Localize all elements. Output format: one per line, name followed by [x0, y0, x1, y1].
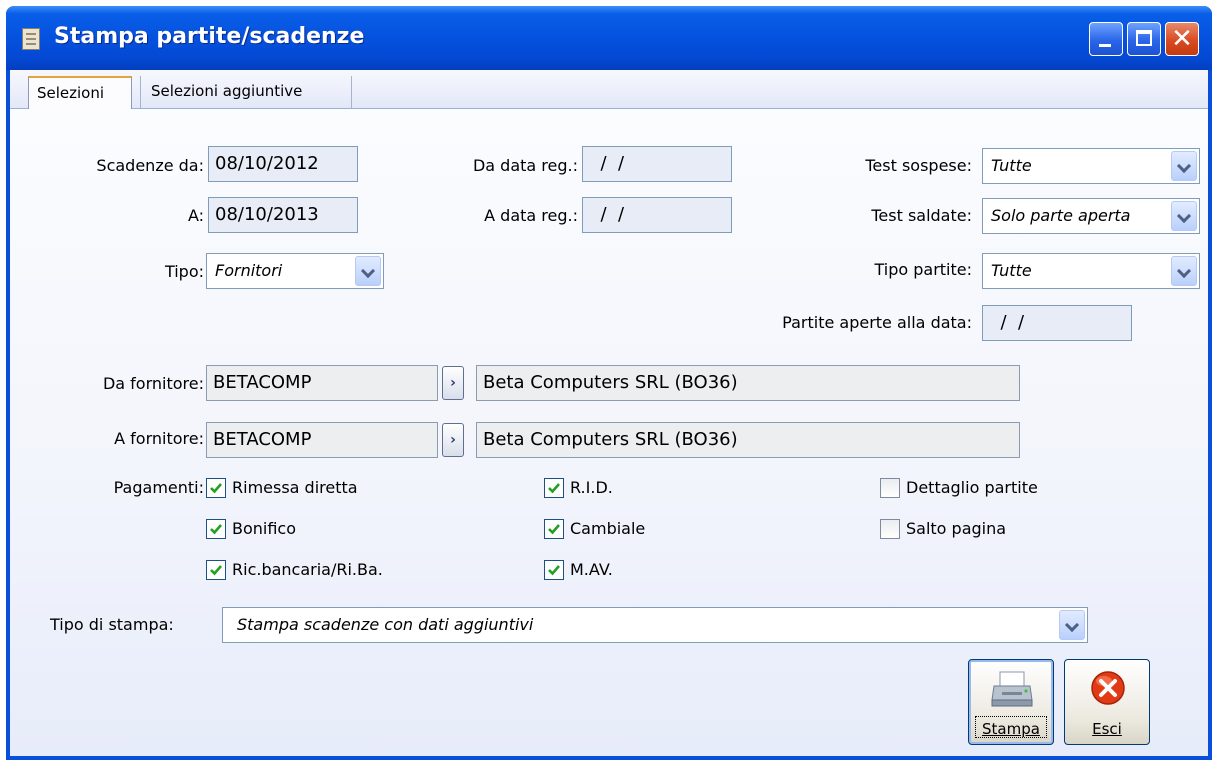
- scadenze-a-label: A:: [187, 206, 204, 225]
- report-icon: [22, 28, 40, 50]
- window-client: Selezioni Selezioni aggiuntive Scadenze …: [10, 70, 1208, 756]
- maximize-button[interactable]: [1127, 22, 1161, 56]
- printer-icon: [991, 671, 1033, 707]
- check-icon: [548, 565, 560, 576]
- a-data-reg-label: A data reg.:: [484, 206, 578, 225]
- salto-pagina-label: Salto pagina: [906, 519, 1007, 538]
- test-saldate-label: Test saldate:: [871, 206, 972, 225]
- tipo-label: Tipo:: [164, 262, 204, 281]
- mav-label: M.AV.: [570, 560, 613, 579]
- close-button[interactable]: ✕: [1165, 22, 1199, 56]
- rimessa-diretta-label: Rimessa diretta: [232, 478, 358, 497]
- a-data-reg-field[interactable]: / /: [582, 197, 732, 233]
- zoom-da-fornitore-button[interactable]: ›: [442, 366, 464, 400]
- window-title: Stampa partite/scadenze: [54, 24, 365, 49]
- close-icon: ✕: [1171, 24, 1193, 54]
- check-icon: [210, 524, 222, 535]
- tipo-value: Fornitori: [215, 261, 283, 280]
- chevron-down-icon[interactable]: [1171, 256, 1197, 286]
- test-saldate-value: Solo parte aperta: [991, 206, 1131, 225]
- scadenze-a-field[interactable]: 08/10/2013: [208, 197, 358, 233]
- test-sospese-value: Tutte: [991, 156, 1032, 175]
- minimize-button[interactable]: [1089, 22, 1123, 56]
- test-sospese-label: Test sospese:: [865, 156, 972, 175]
- tipo-partite-value: Tutte: [991, 261, 1032, 280]
- tipo-partite-select[interactable]: Tutte: [982, 253, 1200, 289]
- chevron-down-icon[interactable]: [1059, 610, 1085, 640]
- check-icon: [210, 483, 222, 494]
- tab-strip: Selezioni Selezioni aggiuntive: [10, 70, 1208, 109]
- minimize-icon: [1099, 44, 1111, 47]
- test-sospese-select[interactable]: Tutte: [982, 148, 1200, 184]
- esci-button[interactable]: Esci: [1064, 659, 1150, 745]
- chevron-down-icon[interactable]: [1171, 201, 1197, 231]
- bonifico-label: Bonifico: [232, 519, 297, 538]
- tipo-stampa-value: Stampa scadenze con dati aggiuntivi: [237, 615, 534, 634]
- exit-icon: [1091, 671, 1125, 705]
- tipo-stampa-select[interactable]: Stampa scadenze con dati aggiuntivi: [222, 607, 1088, 643]
- tipo-partite-label: Tipo partite:: [874, 260, 972, 279]
- mav-checkbox[interactable]: [544, 560, 564, 580]
- bonifico-checkbox[interactable]: [206, 519, 226, 539]
- chevron-down-icon[interactable]: [1171, 151, 1197, 181]
- tipo-select[interactable]: Fornitori: [206, 253, 384, 289]
- rid-label: R.I.D.: [570, 478, 613, 497]
- ric-bancaria-label: Ric.bancaria/Ri.Ba.: [232, 560, 383, 579]
- da-data-reg-label: Da data reg.:: [472, 156, 578, 175]
- tab-selezioni[interactable]: Selezioni: [28, 76, 132, 109]
- a-fornitore-code[interactable]: BETACOMP: [206, 422, 438, 458]
- chevron-right-icon: ›: [450, 375, 456, 391]
- dettaglio-partite-checkbox[interactable]: [880, 478, 900, 498]
- da-data-reg-field[interactable]: / /: [582, 146, 732, 182]
- chevron-down-icon[interactable]: [355, 256, 381, 286]
- check-icon: [548, 483, 560, 494]
- a-fornitore-label: A fornitore:: [114, 429, 204, 448]
- cambiale-checkbox[interactable]: [544, 519, 564, 539]
- da-fornitore-code[interactable]: BETACOMP: [206, 365, 438, 401]
- tipo-stampa-label: Tipo di stampa:: [50, 615, 174, 634]
- ric-bancaria-checkbox[interactable]: [206, 560, 226, 580]
- da-fornitore-label: Da fornitore:: [102, 374, 204, 393]
- rid-checkbox[interactable]: [544, 478, 564, 498]
- check-icon: [548, 524, 560, 535]
- pagamenti-label: Pagamenti:: [113, 478, 204, 497]
- main-window: Stampa partite/scadenze ✕ Selezioni Sele…: [6, 6, 1212, 760]
- chevron-right-icon: ›: [450, 432, 456, 448]
- esci-label: Esci: [1092, 720, 1122, 738]
- stampa-button[interactable]: Stampa: [968, 659, 1054, 745]
- a-fornitore-description: Beta Computers SRL (BO36): [476, 422, 1020, 458]
- zoom-a-fornitore-button[interactable]: ›: [442, 423, 464, 457]
- stampa-label: Stampa: [982, 720, 1040, 738]
- da-fornitore-description: Beta Computers SRL (BO36): [476, 365, 1020, 401]
- partite-aperte-field[interactable]: / /: [982, 305, 1132, 341]
- test-saldate-select[interactable]: Solo parte aperta: [982, 198, 1200, 234]
- rimessa-diretta-checkbox[interactable]: [206, 478, 226, 498]
- dettaglio-partite-label: Dettaglio partite: [906, 478, 1038, 497]
- scadenze-da-label: Scadenze da:: [96, 156, 204, 175]
- selezioni-panel: Scadenze da: 08/10/2012 A: 08/10/2013 Ti…: [10, 109, 1208, 756]
- salto-pagina-checkbox[interactable]: [880, 519, 900, 539]
- scadenze-da-field[interactable]: 08/10/2012: [208, 146, 358, 182]
- cambiale-label: Cambiale: [570, 519, 646, 538]
- title-bar[interactable]: Stampa partite/scadenze ✕: [6, 6, 1212, 70]
- tab-selezioni-aggiuntive[interactable]: Selezioni aggiuntive: [140, 76, 352, 108]
- partite-aperte-label: Partite aperte alla data:: [782, 313, 972, 332]
- maximize-icon: [1136, 30, 1152, 46]
- check-icon: [210, 565, 222, 576]
